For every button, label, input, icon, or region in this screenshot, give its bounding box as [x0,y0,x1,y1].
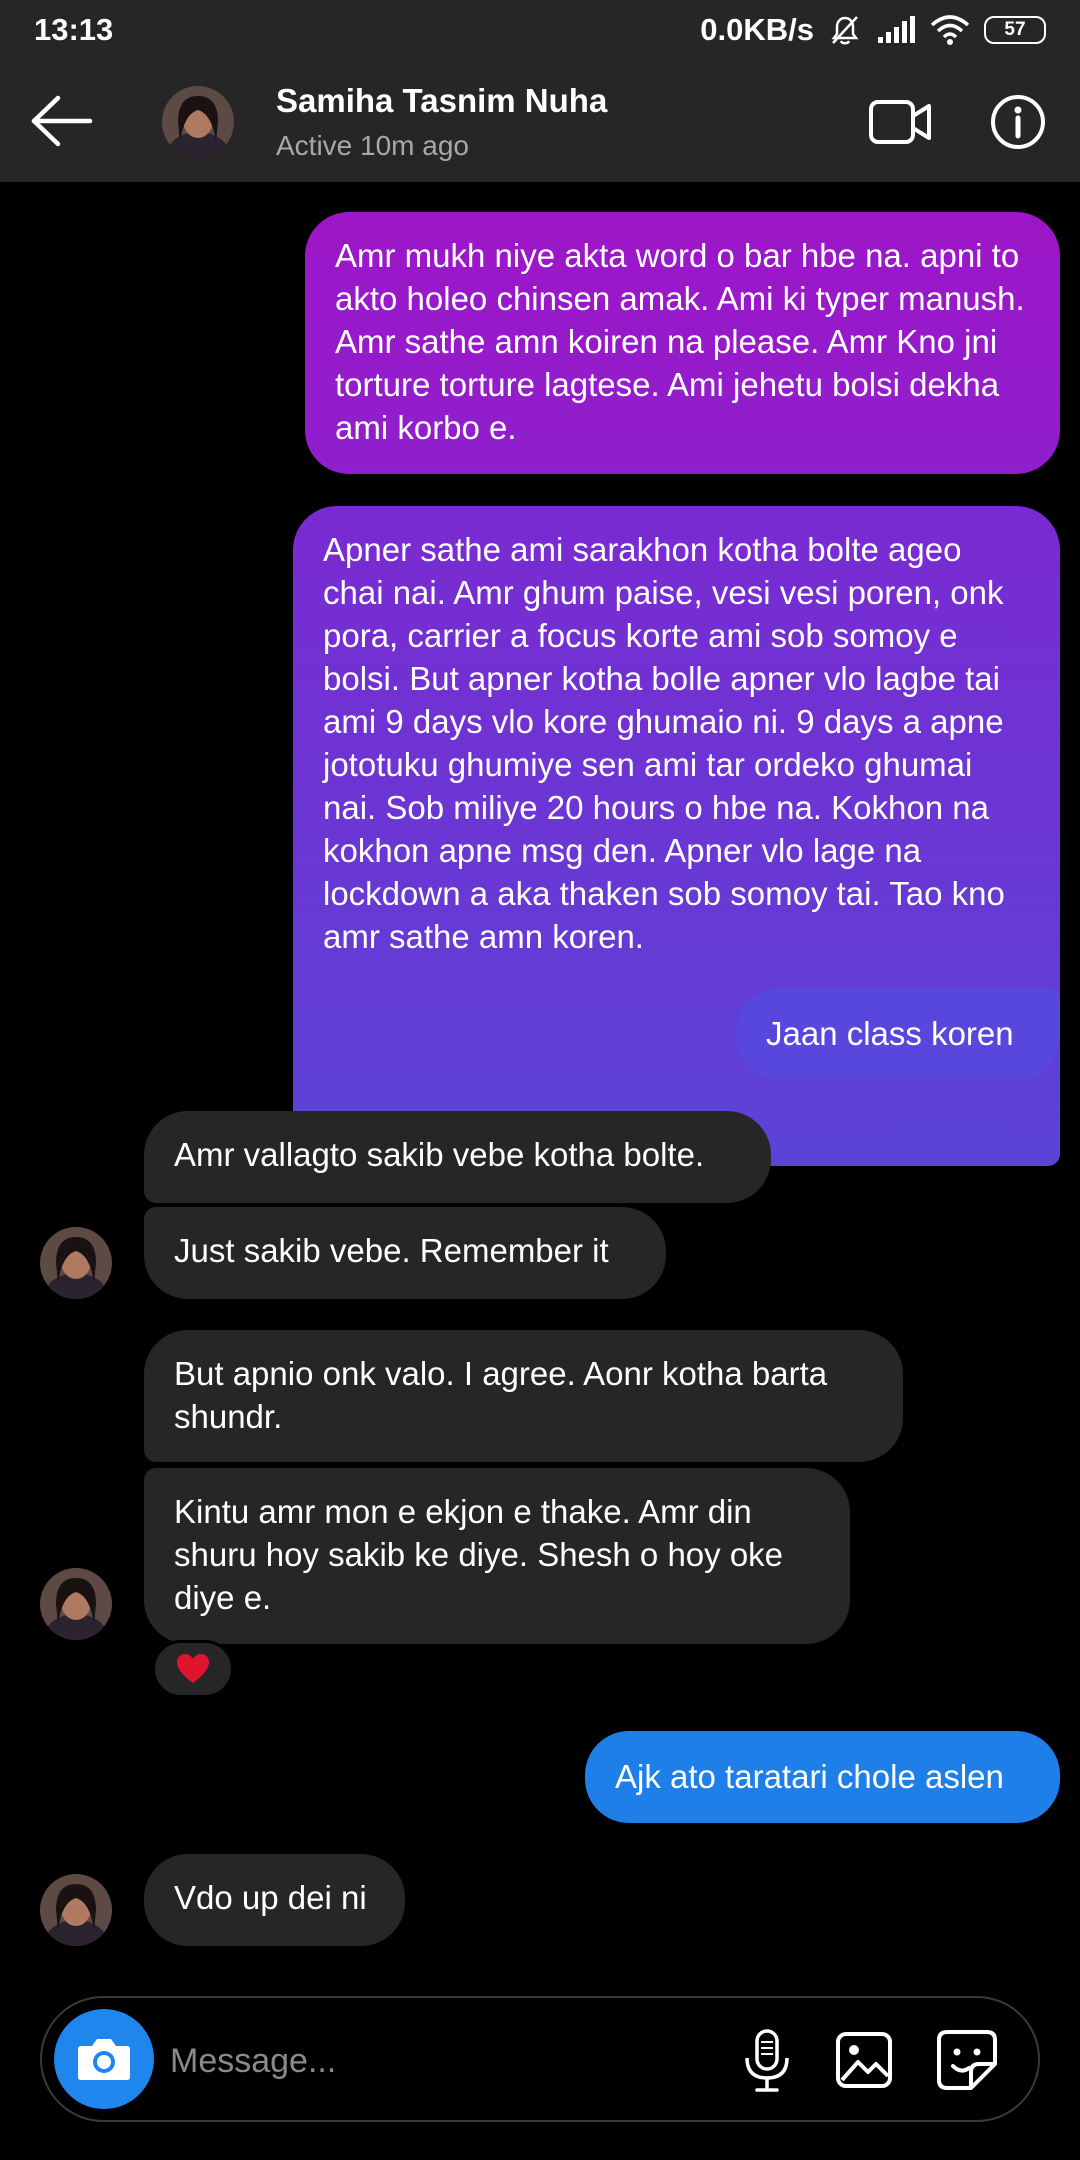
contact-name[interactable]: Samiha Tasnim Nuha [276,82,607,120]
incoming-message[interactable]: Just sakib vebe. Remember it [144,1207,666,1299]
battery-indicator: 57 [984,16,1046,44]
network-speed: 0.0KB/s [700,12,814,47]
chat-header: Samiha Tasnim Nuha Active 10m ago [0,60,1080,182]
contact-avatar[interactable] [40,1568,112,1640]
back-arrow-icon[interactable] [28,94,94,148]
message-thread: Amr mukh niye akta word o bar hbe na. ap… [0,182,1080,1982]
contact-status: Active 10m ago [276,130,469,161]
status-icons: 0.0KB/s 57 [700,12,1046,48]
incoming-message[interactable]: But apnio onk valo. I agree. Aonr kotha … [144,1330,903,1462]
status-time: 13:13 [34,12,114,47]
incoming-message[interactable]: Vdo up dei ni [144,1854,405,1946]
message-reaction[interactable] [152,1640,234,1698]
message-composer [40,1996,1040,2122]
message-input[interactable] [170,2034,590,2088]
signal-icon [878,16,915,43]
incoming-message[interactable]: Amr vallagto sakib vebe kotha bolte. [144,1111,771,1203]
outgoing-message[interactable]: Amr mukh niye akta word o bar hbe na. ap… [305,212,1060,474]
gallery-icon[interactable] [834,2030,894,2090]
heart-icon [177,1654,209,1683]
video-call-icon[interactable] [868,96,932,148]
sticker-icon[interactable] [935,2028,999,2092]
outgoing-message[interactable]: Jaan class koren [736,988,1060,1080]
status-bar: 13:13 0.0KB/s 57 [0,0,1080,60]
mute-icon [831,16,859,45]
camera-icon [78,2039,130,2080]
contact-avatar[interactable] [40,1227,112,1299]
camera-button[interactable] [54,2009,154,2109]
microphone-icon[interactable] [737,2028,797,2094]
incoming-message[interactable]: Kintu amr mon e ekjon e thake. Amr din s… [144,1468,850,1644]
info-icon[interactable] [990,94,1046,150]
contact-avatar[interactable] [162,86,234,158]
wifi-icon [930,15,970,45]
battery-level: 57 [1004,19,1026,40]
outgoing-message[interactable]: Ajk ato taratari chole aslen [585,1731,1060,1823]
contact-avatar[interactable] [40,1874,112,1946]
